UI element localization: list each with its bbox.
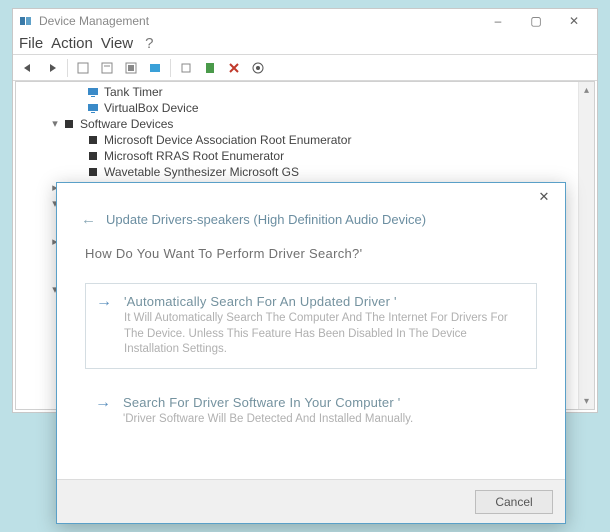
expand-toggle[interactable]: ▾ [48,116,62,132]
dialog-prompt: How Do You Want To Perform Driver Search… [85,246,537,261]
tree-item[interactable]: Tank Timer [16,84,594,100]
menu-file[interactable]: File [19,35,43,52]
app-icon [19,14,33,28]
tree-item-label: Microsoft RRAS Root Enumerator [104,148,284,164]
toolbar-btn-6[interactable] [199,57,221,79]
forward-button[interactable] [41,57,63,79]
dialog-close-button[interactable]: ✕ [529,185,559,209]
tree-item-label: Wavetable Synthesizer Microsoft GS [104,164,299,180]
toolbar-btn-4[interactable] [144,57,166,79]
monitor-icon [86,85,100,99]
minimize-button[interactable]: – [479,10,517,32]
toolbar-btn-3[interactable] [120,57,142,79]
menubar: File Action View ? [13,33,597,55]
tree-item-label: Tank Timer [104,84,163,100]
option-browse-title: Search For Driver Software In Your Compu… [123,395,413,410]
toolbar-btn-7[interactable] [223,57,245,79]
option-auto-search[interactable]: → 'Automatically Search For An Updated D… [85,283,537,369]
monitor-icon [86,101,100,115]
scroll-up-button[interactable]: ▴ [579,82,594,98]
menu-action[interactable]: Action [51,35,93,52]
tree-item[interactable]: VirtualBox Device [16,100,594,116]
chip-icon [86,149,100,163]
arrow-right-icon: → [96,294,112,358]
tree-item[interactable]: Wavetable Synthesizer Microsoft GS [16,164,594,180]
tree-item[interactable]: Microsoft Device Association Root Enumer… [16,132,594,148]
toolbar-btn-1[interactable] [72,57,94,79]
close-button[interactable]: ✕ [555,10,593,32]
toolbar-btn-8[interactable] [247,57,269,79]
option-browse-desc: 'Driver Software Will Be Detected And In… [123,412,413,428]
option-auto-desc: It Will Automatically Search The Compute… [124,311,524,358]
cancel-button[interactable]: Cancel [475,490,553,514]
tree-item-label: VirtualBox Device [104,100,199,116]
tree-item-label: Software Devices [80,116,173,132]
option-auto-title: 'Automatically Search For An Updated Dri… [124,294,524,309]
chip-icon [86,133,100,147]
back-button[interactable] [17,57,39,79]
dialog-title: Update Drivers-speakers (High Definition… [106,212,426,227]
toolbar [13,55,597,81]
toolbar-btn-5[interactable] [175,57,197,79]
window-title: Device Management [39,14,479,28]
chip-icon [86,165,100,179]
scroll-down-button[interactable]: ▾ [579,393,594,409]
toolbar-btn-2[interactable] [96,57,118,79]
arrow-right-icon: → [95,395,111,428]
update-driver-dialog: ✕ ← Update Drivers-speakers (High Defini… [56,182,566,524]
tree-item-label: Microsoft Device Association Root Enumer… [104,132,351,148]
titlebar: Device Management – ▢ ✕ [13,9,597,33]
tree-item[interactable]: ▾ Software Devices [16,116,594,132]
option-browse-computer[interactable]: → Search For Driver Software In Your Com… [85,385,537,438]
menu-view[interactable]: View [101,35,133,52]
tree-item[interactable]: Microsoft RRAS Root Enumerator [16,148,594,164]
vertical-scrollbar[interactable]: ▴ ▾ [578,82,594,409]
menu-help[interactable]: ? [145,35,153,52]
chip-icon [62,117,76,131]
maximize-button[interactable]: ▢ [517,10,555,32]
back-arrow-icon[interactable]: ← [81,211,96,228]
